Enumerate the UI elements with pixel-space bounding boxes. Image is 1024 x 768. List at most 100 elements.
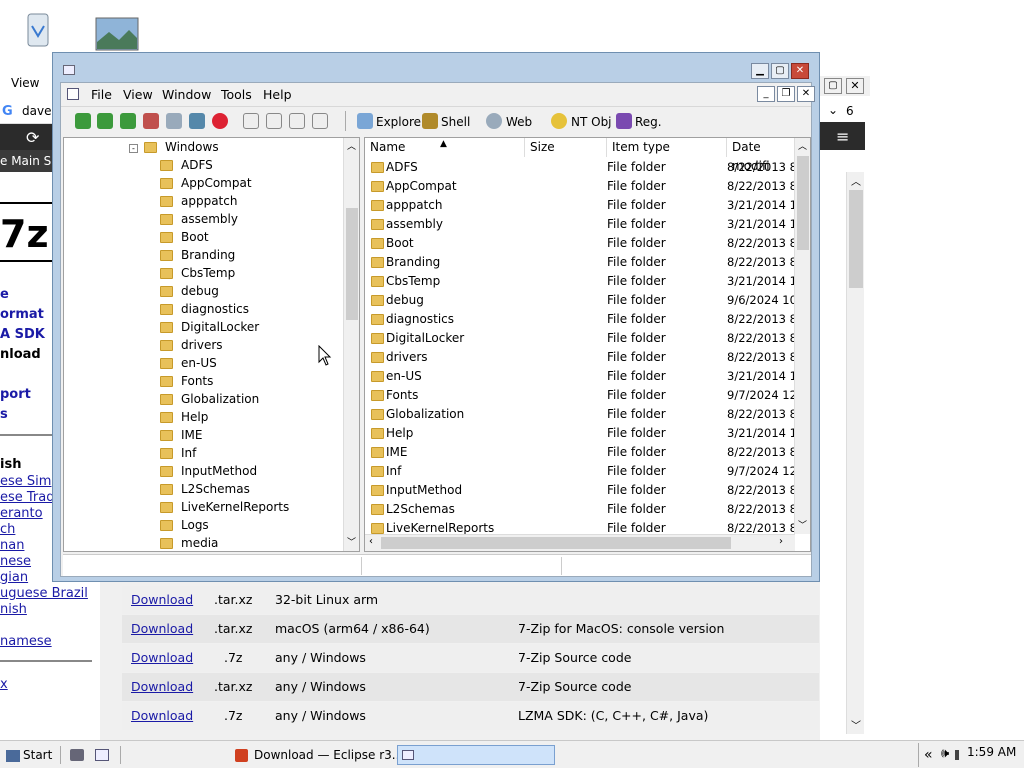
list-item[interactable]: InputMethod File folder 8/22/2013 8 [371, 481, 801, 500]
nt-obj-icon[interactable] [551, 113, 567, 129]
up-arrow-icon[interactable] [120, 113, 136, 129]
list-item[interactable]: Globalization File folder 8/22/2013 8 [371, 405, 801, 424]
list-item[interactable]: apppatch File folder 3/21/2014 1. [371, 196, 801, 215]
hscroll-thumb[interactable] [381, 537, 731, 549]
tree-item[interactable]: apppatch [160, 194, 237, 212]
scroll-down-icon[interactable]: ﹀ [347, 535, 356, 548]
stop-icon[interactable] [212, 113, 228, 129]
view-small-icon[interactable] [266, 113, 282, 129]
list-item[interactable]: Help File folder 3/21/2014 1 [371, 424, 801, 443]
volume-icon[interactable]: 🕪 [941, 746, 949, 761]
download-link[interactable]: Download [131, 679, 193, 694]
tree-item[interactable]: drivers [160, 338, 223, 356]
lang-link[interactable]: namese [0, 634, 52, 649]
lang-link[interactable]: uguese Brazil [0, 586, 88, 601]
tree-item[interactable]: ADFS [160, 158, 213, 176]
tree-item[interactable]: Fonts [160, 374, 213, 392]
list-item[interactable]: debug File folder 9/6/2024 10 [371, 291, 801, 310]
tree-item[interactable]: AppCompat [160, 176, 252, 194]
nt-obj-button[interactable]: NT Obj [571, 115, 612, 129]
recycle-bin-icon[interactable] [20, 8, 56, 52]
file-list[interactable]: Name ▲ Size Item type Date modifi ADFS Fil… [364, 137, 811, 552]
back-arrow-icon[interactable] [75, 113, 91, 129]
scroll-up-icon[interactable]: ︿ [798, 139, 807, 152]
mdi-restore-button[interactable]: ❐ [777, 86, 795, 102]
column-header-name[interactable]: Name ▲ [365, 138, 525, 157]
forward-arrow-icon[interactable] [97, 113, 113, 129]
sidebar-link-format[interactable]: ormat [0, 307, 44, 322]
restore-icon[interactable]: ▢ [824, 78, 842, 94]
close-icon[interactable]: ✕ [846, 78, 864, 94]
tree-item[interactable]: InputMethod [160, 464, 257, 482]
tree-item[interactable]: IME [160, 428, 202, 446]
start-button[interactable]: Start [6, 745, 52, 765]
web-button[interactable]: Web [506, 115, 532, 129]
list-item[interactable]: DigitalLocker File folder 8/22/2013 8 [371, 329, 801, 348]
list-item[interactable]: assembly File folder 3/21/2014 1 [371, 215, 801, 234]
search-icon[interactable] [166, 113, 182, 129]
list-item[interactable]: en-US File folder 3/21/2014 1 [371, 367, 801, 386]
sidebar-link-sdk[interactable]: A SDK [0, 327, 45, 342]
lang-link[interactable]: eranto [0, 506, 43, 521]
sidebar-link-support[interactable]: port [0, 387, 31, 402]
scroll-thumb[interactable] [346, 208, 358, 320]
lang-link[interactable]: nan [0, 538, 24, 553]
tree-item[interactable]: Inf [160, 446, 196, 464]
list-item[interactable]: AppCompat File folder 8/22/2013 8 [371, 177, 801, 196]
tree-scrollbar[interactable]: ︿ ﹀ [343, 138, 359, 551]
tree-item[interactable]: Branding [160, 248, 235, 266]
scroll-up-icon[interactable]: ︿ [347, 139, 356, 152]
page-scrollbar[interactable]: ︿ ﹀ [846, 172, 864, 734]
refresh-icon[interactable]: ⟳ [26, 128, 39, 147]
sidebar-link-download[interactable]: nload [0, 347, 41, 362]
list-hscrollbar[interactable]: ‹ › [365, 534, 795, 551]
scroll-down-icon[interactable]: ﹀ [798, 518, 807, 531]
taskbar-browser-task[interactable]: Download — Eclipse r3... [235, 745, 403, 765]
menu-view[interactable]: View [123, 87, 153, 102]
explorer-titlebar[interactable]: ▁ ▢ ✕ [53, 53, 819, 83]
view-details-icon[interactable] [312, 113, 328, 129]
web-globe-icon[interactable] [486, 113, 502, 129]
browser-search-bar[interactable]: G dave [0, 100, 60, 124]
list-item[interactable]: drivers File folder 8/22/2013 8 [371, 348, 801, 367]
column-header-size[interactable]: Size [525, 138, 607, 157]
explore-folder-icon[interactable] [357, 113, 373, 129]
mdi-minimize-button[interactable]: _ [757, 86, 775, 102]
close-button[interactable]: ✕ [791, 63, 809, 79]
lang-link[interactable]: nese [0, 554, 31, 569]
download-link[interactable]: Download [131, 708, 193, 723]
scroll-thumb[interactable] [849, 190, 863, 288]
download-link[interactable]: Download [131, 592, 193, 607]
scroll-up-icon[interactable]: ︿ [851, 173, 861, 188]
menu-tools[interactable]: Tools [221, 87, 252, 102]
menu-window[interactable]: Window [162, 87, 211, 102]
list-vscrollbar[interactable]: ︿ ﹀ [794, 138, 810, 534]
lang-link[interactable]: nish [0, 602, 27, 617]
scroll-thumb[interactable] [797, 156, 809, 250]
view-list-icon[interactable] [289, 113, 305, 129]
tray-expand-chevron[interactable]: « [924, 747, 933, 763]
list-item[interactable]: L2Schemas File folder 8/22/2013 8 [371, 500, 801, 519]
quicklaunch-explorer-icon[interactable] [95, 749, 109, 761]
tree-item[interactable]: assembly [160, 212, 238, 230]
mdi-close-button[interactable]: ✕ [797, 86, 815, 102]
browser-menu-button[interactable]: ≡ [820, 122, 865, 150]
tree-item[interactable]: Help [160, 410, 208, 428]
list-item[interactable]: IME File folder 8/22/2013 8 [371, 443, 801, 462]
browser-tab-dropdown[interactable]: ⌄ 6 [820, 100, 865, 122]
shell-button[interactable]: Shell [441, 115, 470, 129]
list-item[interactable]: CbsTemp File folder 3/21/2014 1. [371, 272, 801, 291]
lang-link[interactable]: ese Trad. [0, 490, 59, 505]
tree-item[interactable]: Boot [160, 230, 209, 248]
tree-item[interactable]: CbsTemp [160, 266, 235, 284]
lang-link[interactable]: gian [0, 570, 28, 585]
list-item[interactable]: Boot File folder 8/22/2013 8 [371, 234, 801, 253]
maximize-button[interactable]: ▢ [771, 63, 789, 79]
site-tab-label[interactable]: e Main Sit [0, 154, 59, 168]
quicklaunch-app-icon[interactable] [70, 749, 84, 761]
lang-link[interactable]: ese Simp [0, 474, 60, 489]
tree-item[interactable]: debug [160, 284, 219, 302]
tree-item[interactable]: en-US [160, 356, 217, 374]
download-link[interactable]: Download [131, 621, 193, 636]
explore-button[interactable]: Explore [376, 115, 421, 129]
